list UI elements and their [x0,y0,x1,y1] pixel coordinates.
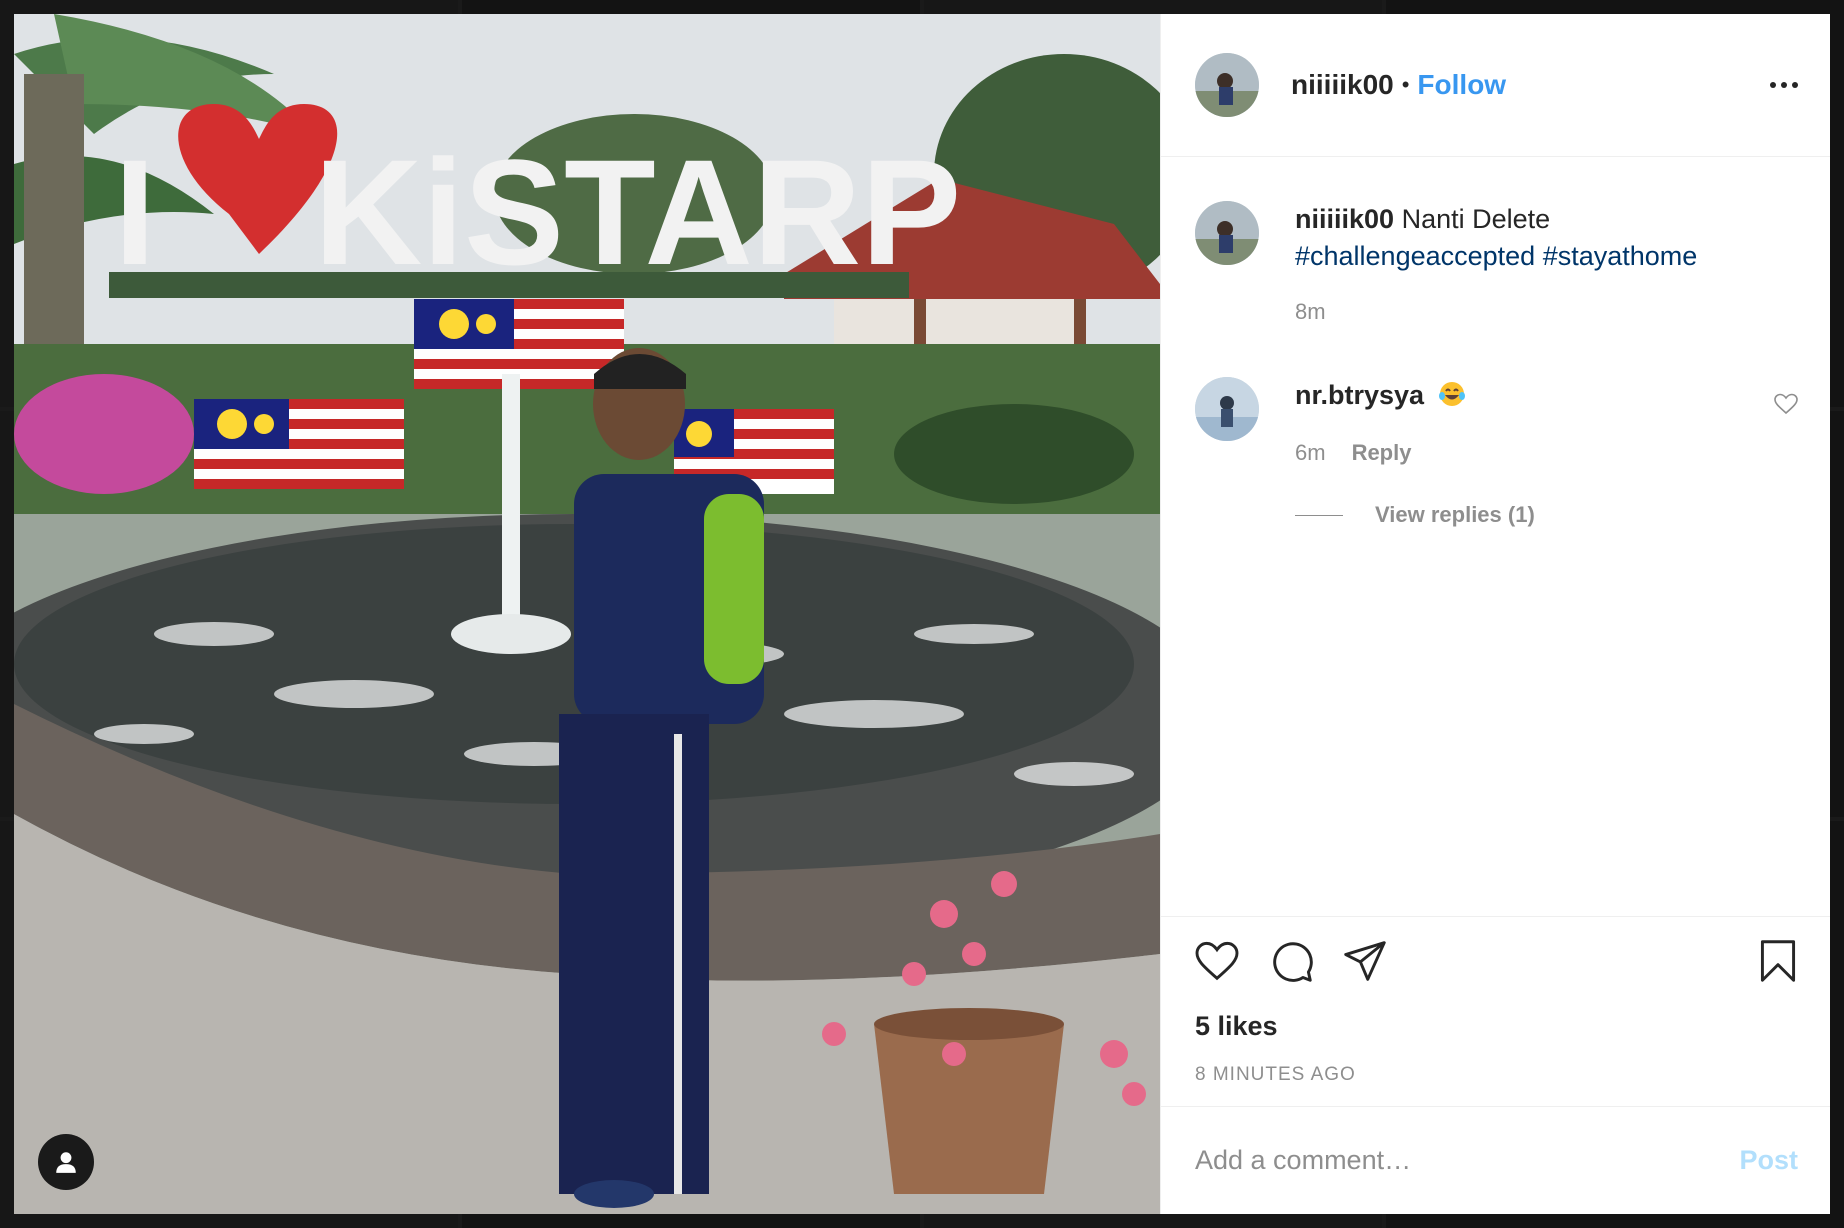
profile-photo-icon [1195,201,1259,265]
heart-icon [1195,941,1239,981]
hashtag-link[interactable]: #stayathome [1543,241,1698,271]
comment-input[interactable] [1195,1145,1740,1176]
add-comment-bar: Post [1161,1106,1830,1214]
post-actions: 5 likes 8 minutes ago [1161,916,1830,1106]
bookmark-icon [1760,940,1796,982]
person-icon [56,1152,76,1173]
view-replies-button[interactable]: View replies (1) [1295,502,1798,528]
avatar[interactable] [1195,53,1259,117]
follow-button[interactable]: Follow [1417,69,1506,101]
view-replies-label: View replies (1) [1375,502,1535,527]
comment-timestamp[interactable]: 6m [1295,440,1326,466]
hashtag-link[interactable]: #challengeaccepted [1295,241,1535,271]
post-modal: I KiSTARP niiiiik00 • Follow niiiiik00 N… [14,14,1830,1214]
comment-bubble-icon [1273,942,1313,982]
avatar[interactable] [1195,201,1259,265]
reply-button[interactable]: Reply [1352,440,1412,466]
profile-photo-icon [1195,53,1259,117]
like-button[interactable] [1195,941,1239,981]
post-timestamp[interactable]: 8 minutes ago [1195,1064,1798,1086]
caption-body: Nanti Delete [1401,204,1551,234]
likes-count[interactable]: 5 likes [1195,1011,1798,1042]
share-button[interactable] [1343,939,1387,983]
paper-plane-icon [1344,941,1386,981]
post-side-panel: niiiiik00 • Follow niiiiik00 Nanti Delet… [1160,14,1830,1214]
comment-username[interactable]: nr.btrysya [1295,380,1424,410]
tears-of-joy-emoji-icon [1438,382,1465,406]
heart-outline-icon [1774,393,1798,415]
more-dots-icon [1770,82,1776,88]
post-header: niiiiik00 • Follow [1161,14,1830,157]
caption-username[interactable]: niiiiik00 [1295,204,1394,234]
comment-button[interactable] [1269,939,1313,983]
replies-divider-line [1295,514,1343,516]
save-button[interactable] [1758,939,1798,983]
comments-section[interactable]: niiiiik00 Nanti Delete #challengeaccepte… [1161,157,1830,916]
profile-photo-icon [1195,377,1259,441]
svg-text:KiSTARP: KiSTARP [314,128,961,296]
more-options-button[interactable] [1770,72,1798,98]
post-comment-button[interactable]: Post [1739,1145,1798,1176]
post-author-username[interactable]: niiiiik00 [1291,69,1394,101]
avatar[interactable] [1195,377,1259,441]
caption-text: niiiiik00 Nanti Delete #challengeaccepte… [1295,201,1798,275]
comment-row: nr.btrysya 6m Reply [1195,377,1798,466]
tagged-users-button[interactable] [38,1134,94,1190]
separator-dot: • [1401,72,1410,97]
caption-row: niiiiik00 Nanti Delete #challengeaccepte… [1195,201,1798,325]
svg-text:I: I [114,128,156,296]
post-photo[interactable]: I KiSTARP [14,14,1160,1214]
caption-timestamp[interactable]: 8m [1295,299,1326,325]
comment-like-button[interactable] [1774,393,1798,420]
photo-scene: I KiSTARP [14,14,1160,1214]
